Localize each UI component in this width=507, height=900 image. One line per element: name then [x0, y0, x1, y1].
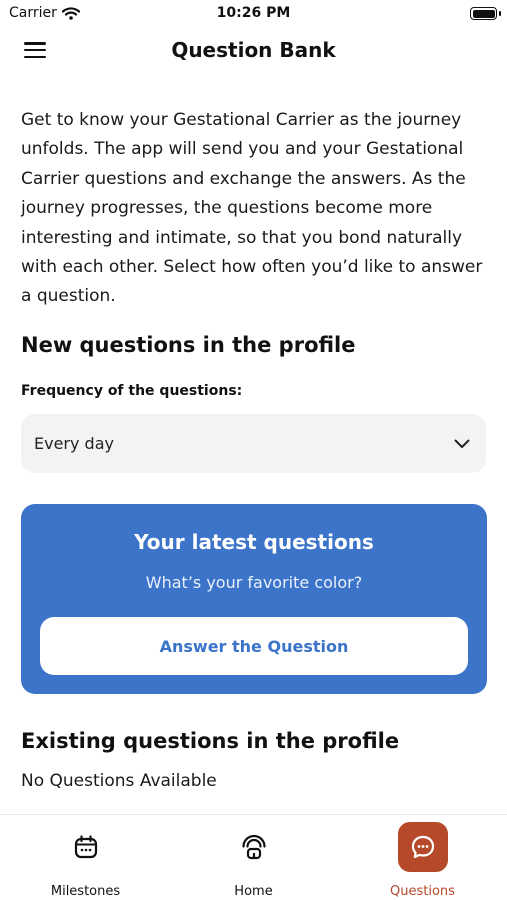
no-questions-text: No Questions Available	[21, 771, 217, 791]
status-bar: Carrier 10:26 PM	[0, 0, 507, 30]
frequency-value: Every day	[34, 434, 114, 453]
battery-icon	[470, 7, 497, 20]
existing-questions-title: Existing questions in the profile	[21, 729, 400, 753]
nav-bar: Question Bank	[0, 30, 507, 72]
tab-home[interactable]: Home	[169, 815, 338, 900]
frequency-label: Frequency of the questions:	[21, 383, 243, 399]
chevron-down-icon	[454, 439, 470, 448]
tab-label: Questions	[390, 884, 455, 899]
chat-bubble-icon	[397, 822, 448, 872]
answer-question-button[interactable]: Answer the Question	[40, 617, 468, 675]
frequency-dropdown[interactable]: Every day	[21, 414, 486, 473]
tab-label: Milestones	[50, 884, 121, 899]
home-signal-icon	[229, 822, 279, 872]
clock: 10:26 PM	[216, 5, 291, 21]
latest-question-text: What’s your favorite color?	[145, 573, 363, 592]
intro-text: Get to know your Gestational Carrier as …	[21, 110, 483, 307]
tab-label: Home	[234, 884, 273, 899]
page-title: Question Bank	[171, 38, 336, 62]
new-questions-title: New questions in the profile	[21, 333, 356, 357]
battery-cap	[499, 11, 501, 16]
tab-milestones[interactable]: Milestones	[1, 815, 170, 900]
tab-bar: Milestones Home Questions	[0, 814, 507, 900]
calendar-icon	[61, 822, 111, 872]
latest-questions-card: Your latest questions What’s your favori…	[21, 504, 487, 694]
latest-questions-title: Your latest questions	[134, 530, 374, 554]
tab-questions[interactable]: Questions	[338, 815, 507, 900]
